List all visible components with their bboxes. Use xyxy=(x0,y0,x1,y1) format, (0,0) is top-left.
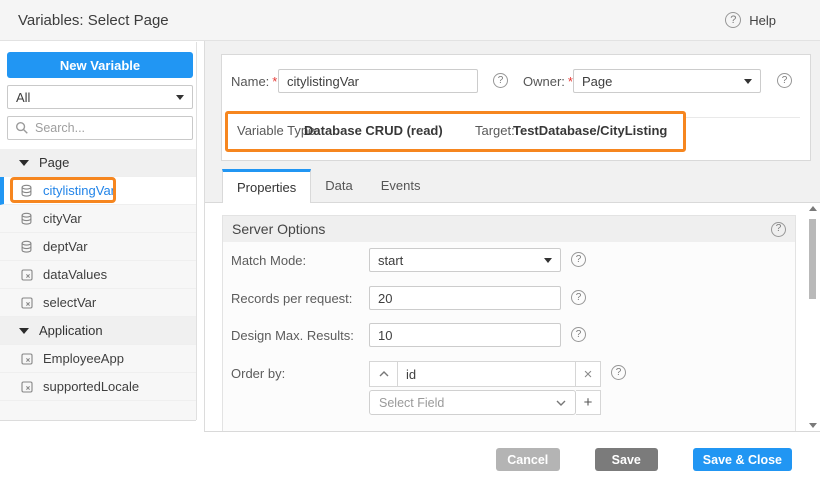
add-order-field-button[interactable]: + xyxy=(576,390,601,415)
model-variable-icon xyxy=(20,352,34,366)
search-input[interactable] xyxy=(35,121,196,135)
order-by-row: Order by: × Select Field xyxy=(231,361,626,415)
design-max-results-row: Design Max. Results: ? xyxy=(231,323,586,347)
match-mode-help-icon[interactable]: ? xyxy=(571,252,586,267)
collapse-arrow-icon xyxy=(19,160,29,166)
variable-summary-card: Name:* ? Owner:* Page ? Variable Type: D… xyxy=(221,54,811,161)
match-mode-value: start xyxy=(378,253,403,268)
tree-item-cityvar[interactable]: cityVar xyxy=(0,205,196,233)
order-by-help-icon[interactable]: ? xyxy=(611,365,626,380)
variable-filter-select[interactable]: All xyxy=(7,85,193,109)
new-variable-button[interactable]: New Variable xyxy=(7,52,193,78)
page-title: Variables: Select Page xyxy=(18,0,169,41)
tab-events[interactable]: Events xyxy=(367,169,435,202)
variables-tree: Page citylistingVar cityVar deptVar xyxy=(0,149,196,421)
select-field-placeholder: Select Field xyxy=(379,396,556,410)
server-options-panel: Server Options ? Match Mode: start ? Rec… xyxy=(222,215,796,431)
records-per-request-help-icon[interactable]: ? xyxy=(571,290,586,305)
search-box xyxy=(7,116,193,140)
variable-type-highlight: Variable Type: Database CRUD (read) Targ… xyxy=(225,111,686,152)
tree-item-employeeapp[interactable]: EmployeeApp xyxy=(0,345,196,373)
save-button[interactable]: Save xyxy=(595,448,658,471)
cancel-button[interactable]: Cancel xyxy=(496,448,560,471)
order-by-group: × Select Field + xyxy=(369,361,601,415)
owner-value: Page xyxy=(582,74,612,89)
scroll-down-arrow-icon[interactable] xyxy=(809,423,817,428)
match-mode-select[interactable]: start xyxy=(369,248,561,272)
chevron-down-icon xyxy=(744,79,752,84)
order-by-entry: × xyxy=(369,361,601,387)
tree-item-deptvar[interactable]: deptVar xyxy=(0,233,196,261)
editor-tabs: Properties Data Events xyxy=(205,169,820,203)
tree-section-page[interactable]: Page xyxy=(0,149,196,177)
variables-sidebar: New Variable All Page citylistingVar xyxy=(0,42,197,420)
select-field-dropdown[interactable]: Select Field xyxy=(369,390,576,415)
scrollbar-thumb[interactable] xyxy=(809,219,816,299)
chevron-down-icon xyxy=(176,95,184,100)
records-per-request-label: Records per request: xyxy=(231,286,369,310)
remove-order-field-button[interactable]: × xyxy=(576,361,601,387)
dialog-header: Variables: Select Page ? Help xyxy=(0,0,820,41)
tree-item-datavalues[interactable]: dataValues xyxy=(0,261,196,289)
database-variable-icon xyxy=(20,184,34,198)
name-help-icon[interactable]: ? xyxy=(493,73,508,88)
properties-tab-content: Server Options ? Match Mode: start ? Rec… xyxy=(205,203,820,431)
records-per-request-input[interactable] xyxy=(369,286,561,310)
database-variable-icon xyxy=(20,240,34,254)
model-variable-icon xyxy=(20,268,34,282)
variable-filter-value: All xyxy=(16,90,30,105)
match-mode-label: Match Mode: xyxy=(231,248,369,272)
variables-dialog: Variables: Select Page ? Help New Variab… xyxy=(0,0,820,486)
design-max-results-help-icon[interactable]: ? xyxy=(571,327,586,342)
tab-properties[interactable]: Properties xyxy=(222,169,311,203)
sort-direction-button[interactable] xyxy=(369,361,398,387)
design-max-results-label: Design Max. Results: xyxy=(231,323,369,347)
name-input[interactable] xyxy=(278,69,478,93)
records-per-request-row: Records per request: ? xyxy=(231,286,586,310)
server-options-header: Server Options ? xyxy=(223,216,795,242)
tree-filler xyxy=(0,401,196,420)
tree-item-supportedlocale[interactable]: supportedLocale xyxy=(0,373,196,401)
server-options-title: Server Options xyxy=(232,221,771,237)
tree-item-selectvar[interactable]: selectVar xyxy=(0,289,196,317)
name-label: Name:* xyxy=(231,74,277,89)
order-by-add-row: Select Field + xyxy=(369,390,601,415)
name-owner-row: Name:* ? Owner:* Page ? xyxy=(231,69,804,93)
variable-type-value: Database CRUD (read) xyxy=(304,123,443,138)
target-label: Target: xyxy=(475,123,515,138)
order-by-field-input[interactable] xyxy=(398,361,576,387)
chevron-up-icon xyxy=(379,371,389,377)
required-asterisk: * xyxy=(272,74,277,89)
help-label: Help xyxy=(749,13,776,28)
help-circle-icon: ? xyxy=(725,12,741,28)
owner-select[interactable]: Page xyxy=(573,69,761,93)
model-variable-icon xyxy=(20,380,34,394)
design-max-results-input[interactable] xyxy=(369,323,561,347)
vertical-scrollbar[interactable] xyxy=(808,206,818,428)
owner-label: Owner:* xyxy=(523,74,573,89)
tab-data[interactable]: Data xyxy=(311,169,366,202)
collapse-arrow-icon xyxy=(19,328,29,334)
tree-item-citylistingvar[interactable]: citylistingVar xyxy=(0,177,196,205)
variable-editor: Name:* ? Owner:* Page ? Variable Type: D… xyxy=(204,41,820,432)
chevron-down-icon xyxy=(556,400,566,406)
save-and-close-button[interactable]: Save & Close xyxy=(693,448,792,471)
chevron-down-icon xyxy=(544,258,552,263)
order-by-label: Order by: xyxy=(231,361,369,415)
database-variable-icon xyxy=(20,212,34,226)
help-button[interactable]: ? Help xyxy=(725,12,776,28)
server-options-help-icon[interactable]: ? xyxy=(771,222,786,237)
footer-buttons: Cancel Save Save & Close xyxy=(496,448,792,471)
owner-help-icon[interactable]: ? xyxy=(777,73,792,88)
tree-section-application[interactable]: Application xyxy=(0,317,196,345)
search-icon xyxy=(15,121,29,135)
target-value: TestDatabase/CityListing xyxy=(513,123,667,138)
match-mode-row: Match Mode: start ? xyxy=(231,248,586,272)
scroll-up-arrow-icon[interactable] xyxy=(809,206,817,211)
model-variable-icon xyxy=(20,296,34,310)
dialog-footer: Cancel Save Save & Close xyxy=(0,432,820,486)
